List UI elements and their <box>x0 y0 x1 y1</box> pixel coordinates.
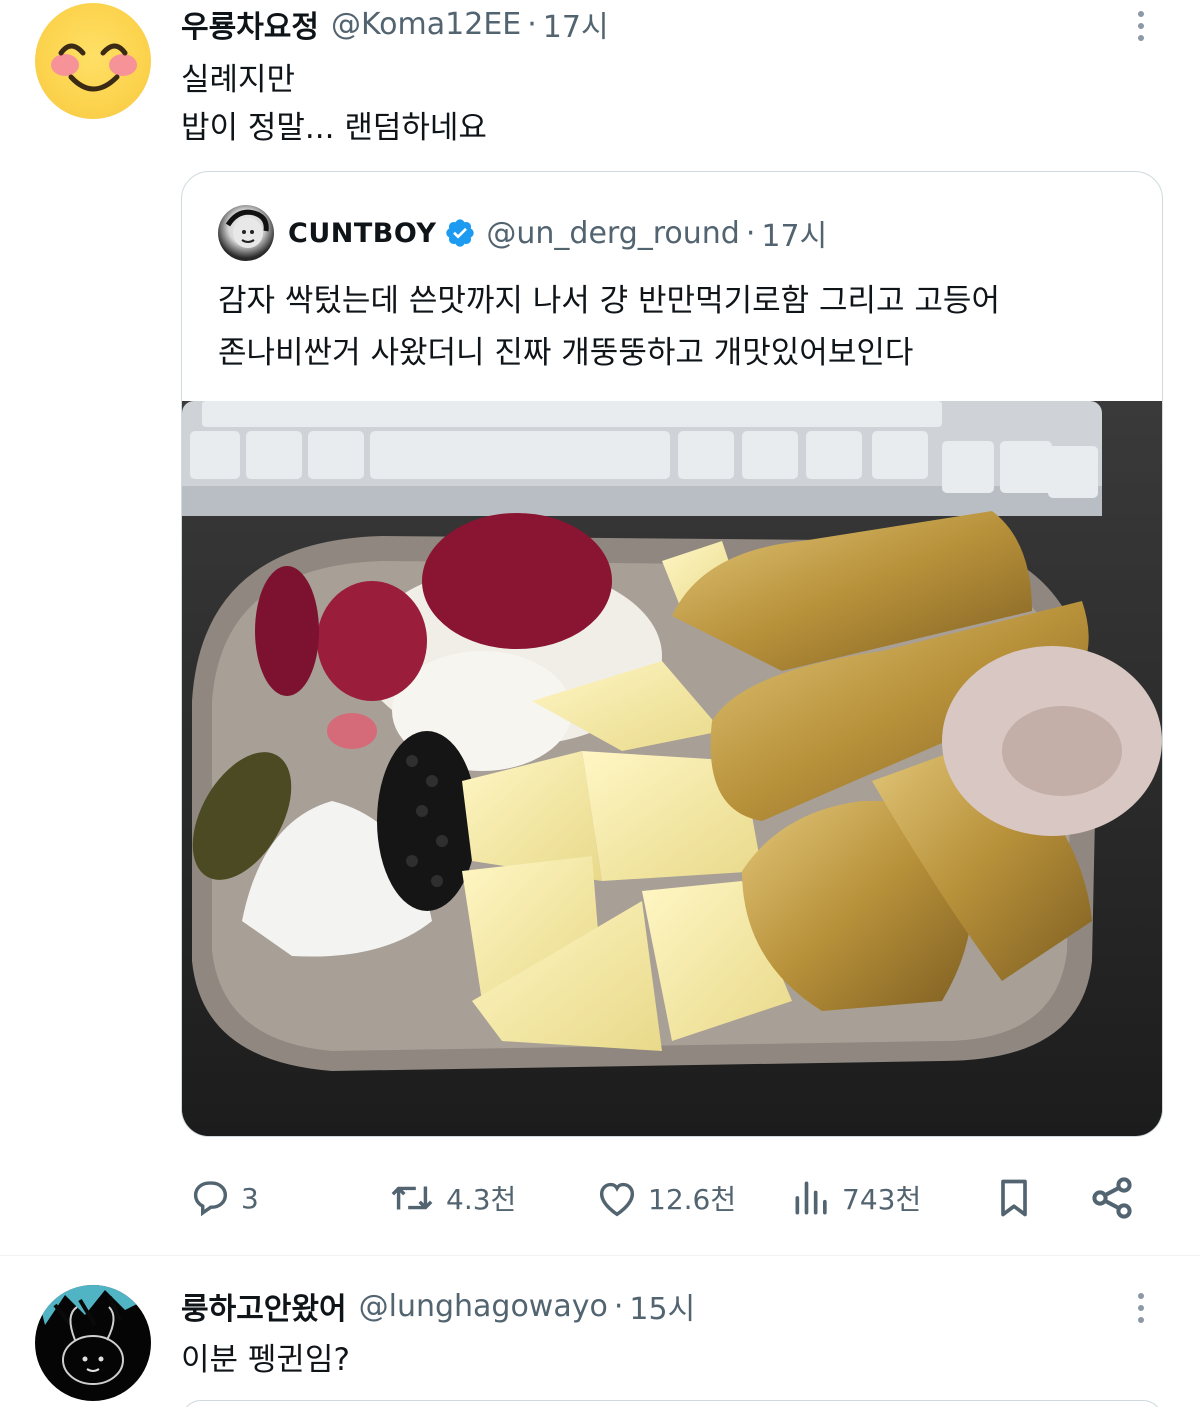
tweet-text-line: 밥이 정말... 랜덤하네요 <box>181 110 487 146</box>
separator: · <box>745 215 756 251</box>
sketch-portrait-icon <box>225 209 269 248</box>
reply-button[interactable]: 3 <box>187 1165 259 1231</box>
avatar[interactable] <box>35 3 151 119</box>
bookmark-icon <box>1001 1179 1027 1217</box>
reply-icon <box>193 1181 228 1217</box>
tweet-text-line: 감자 싹텄는데 쓴맛까지 나서 걍 반만먹기로함 그리고 고등어 <box>218 283 1000 319</box>
share-icon <box>1092 1177 1132 1219</box>
food-plate-photo-icon <box>182 401 1162 1136</box>
bookmark-button[interactable] <box>992 1165 1036 1231</box>
doodle-rabbit-icon <box>35 1285 151 1385</box>
tweet-text-line: 존나비싼거 사왔더니 진짜 개뚱뚱하고 개맛있어보인다 <box>218 335 914 371</box>
tweet-text: 이분 펭귄임? <box>181 1342 350 1378</box>
separator: · <box>613 1288 624 1324</box>
more-options-icon[interactable] <box>1126 1288 1156 1328</box>
user-handle[interactable]: @un_derg_round <box>486 216 739 251</box>
smiling-emoji-icon <box>51 43 137 92</box>
more-options-icon[interactable] <box>1126 6 1156 46</box>
tweet-photo[interactable] <box>182 401 1162 1136</box>
verified-badge-icon <box>444 217 476 249</box>
quoted-tweet-text: 감자 싹텄는데 쓴맛까지 나서 걍 반만먹기로함 그리고 고등어 존나비싼거 사… <box>218 275 1000 379</box>
next-card-edge <box>181 1400 1163 1407</box>
timestamp[interactable]: 15시 <box>629 1284 695 1328</box>
user-handle[interactable]: @Koma12EE <box>331 7 521 42</box>
quoted-tweet-header: CUNTBOY @un_derg_round · 17시 <box>288 210 827 256</box>
timestamp[interactable]: 17시 <box>761 211 827 255</box>
display-name[interactable]: CUNTBOY <box>288 218 436 249</box>
tweet-text-line: 실례지만 <box>181 62 296 98</box>
user-handle[interactable]: @lunghagowayo <box>359 1289 608 1324</box>
views-count: 743천 <box>842 1183 922 1216</box>
display-name[interactable]: 우룡차요정 <box>181 2 319 46</box>
tweet-header: 룽하고안왔어 @lunghagowayo · 15시 <box>181 1283 695 1329</box>
heart-icon <box>599 1182 635 1217</box>
retweet-button[interactable]: 4.3천 <box>386 1165 516 1231</box>
tweet-header: 우룡차요정 @Koma12EE · 17시 <box>181 1 609 47</box>
views-chart-icon <box>795 1181 827 1215</box>
timeline: 우룡차요정 @Koma12EE · 17시 실례지만 밥이 정말... 랜덤하네… <box>0 0 1200 1407</box>
reply-count: 3 <box>241 1181 259 1215</box>
retweet-icon <box>391 1186 433 1210</box>
tweet-action-bar: 3 4.3천 12.6천 743천 <box>0 1165 1200 1231</box>
avatar[interactable] <box>218 205 274 261</box>
display-name[interactable]: 룽하고안왔어 <box>181 1284 347 1328</box>
share-button[interactable] <box>1088 1165 1136 1231</box>
views-button[interactable]: 743천 <box>790 1165 921 1231</box>
tweet-divider <box>0 1255 1200 1256</box>
timestamp[interactable]: 17시 <box>543 2 609 46</box>
tweet-text: 실례지만 밥이 정말... 랜덤하네요 <box>181 56 487 152</box>
avatar[interactable] <box>35 1285 151 1401</box>
like-button[interactable]: 12.6천 <box>594 1165 736 1231</box>
retweet-count: 4.3천 <box>446 1183 517 1216</box>
separator: · <box>527 6 537 42</box>
quoted-tweet-card[interactable]: CUNTBOY @un_derg_round · 17시 감자 싹텄는데 쓴맛까… <box>181 171 1163 1137</box>
like-count: 12.6천 <box>648 1183 737 1216</box>
